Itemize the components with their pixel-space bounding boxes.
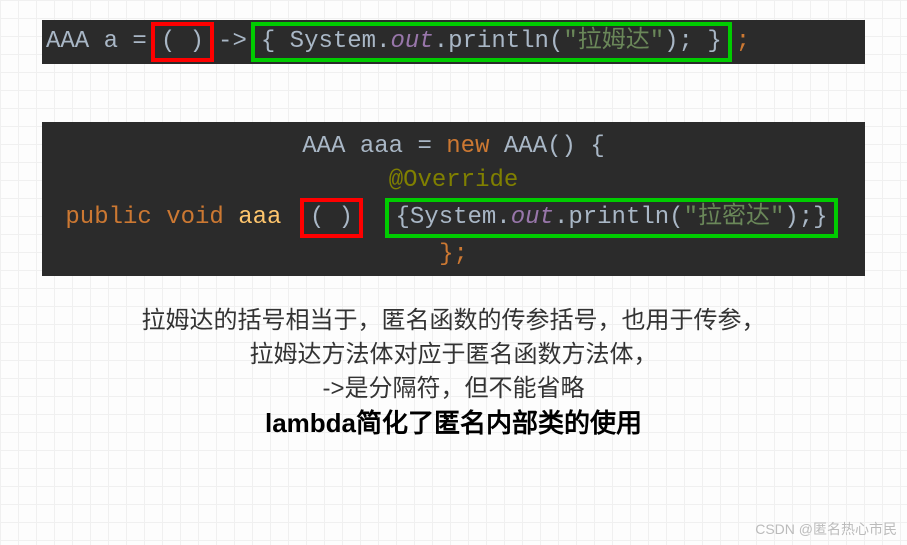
lambda-body-highlight: { System.out.println("拉姆达"); } bbox=[251, 22, 732, 62]
anon-ctor: AAA() bbox=[490, 133, 591, 160]
out-field: out bbox=[391, 28, 434, 55]
sys2: System. bbox=[410, 204, 511, 231]
string-literal: "拉姆达" bbox=[563, 28, 664, 55]
decl-text: AAA a = bbox=[46, 25, 147, 59]
desc-line2: 拉姆达方法体对应于匿名函数方法体， bbox=[0, 338, 907, 372]
method-paren-highlight: ( ) bbox=[300, 198, 363, 238]
anon-open-brace: { bbox=[590, 133, 604, 160]
anon-decl: AAA aaa = bbox=[302, 133, 446, 160]
code-block-anonymous: AAA aaa = new AAA() { @Override public v… bbox=[42, 122, 865, 276]
watermark-text: CSDN @匿名热心市民 bbox=[755, 519, 897, 539]
body-open: { bbox=[261, 28, 290, 55]
anon-line1: AAA aaa = new AAA() { bbox=[46, 130, 861, 164]
new-keyword: new bbox=[446, 133, 489, 160]
out-field2: out bbox=[511, 204, 554, 231]
desc-line4: lambda简化了匿名内部类的使用 bbox=[0, 406, 907, 440]
method-name: aaa bbox=[224, 204, 282, 231]
lambda-paren-highlight: ( ) bbox=[151, 22, 214, 62]
public-void: public void bbox=[65, 204, 223, 231]
println2: .println( bbox=[554, 204, 684, 231]
body-close: ); } bbox=[664, 28, 722, 55]
mbody-open: { bbox=[395, 204, 409, 231]
semicolon: ; bbox=[736, 25, 750, 59]
sys: System. bbox=[290, 28, 391, 55]
anon-close: }; bbox=[46, 238, 861, 272]
override-annotation: @Override bbox=[46, 164, 861, 198]
arrow-token: -> bbox=[218, 25, 247, 59]
println: .println( bbox=[434, 28, 564, 55]
string-literal2: "拉密达" bbox=[684, 204, 785, 231]
anon-line3: public void aaa ( ) {System.out.println(… bbox=[46, 198, 861, 238]
description-block: 拉姆达的括号相当于，匿名函数的传参括号，也用于传参， 拉姆达方法体对应于匿名函数… bbox=[0, 304, 907, 440]
mbody-close: );} bbox=[784, 204, 827, 231]
method-body-highlight: {System.out.println("拉密达");} bbox=[385, 198, 837, 238]
desc-line3: ->是分隔符，但不能省略 bbox=[0, 372, 907, 406]
desc-line1: 拉姆达的括号相当于，匿名函数的传参括号，也用于传参， bbox=[0, 304, 907, 338]
code-block-lambda: AAA a = ( ) -> { System.out.println("拉姆达… bbox=[42, 20, 865, 64]
